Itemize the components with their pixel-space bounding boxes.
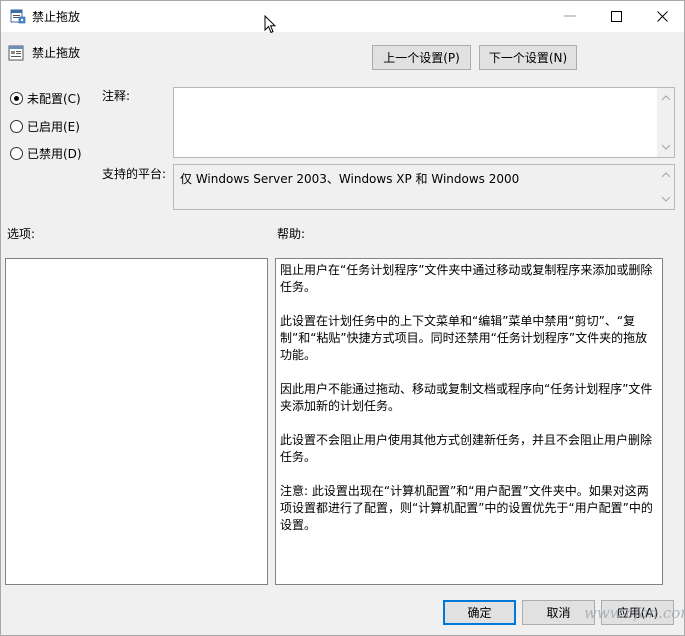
platform-field: 仅 Windows Server 2003、Windows XP 和 Windo… <box>173 164 675 210</box>
scroll-up-icon[interactable] <box>662 171 670 179</box>
title-bar[interactable]: 禁止拖放 — <box>1 1 684 32</box>
setting-icon <box>8 45 24 61</box>
help-label: 帮助: <box>277 227 306 241</box>
previous-setting-button[interactable]: 上一个设置(P) <box>372 45 471 70</box>
window-title: 禁止拖放 <box>32 10 81 24</box>
help-paragraph: 注意: 此设置出现在“计算机配置”和“用户配置”文件夹中。如果对这两项设置都进行… <box>280 484 653 532</box>
help-paragraph: 此设置不会阻止用户使用其他方式创建新任务，并且不会阻止用户删除任务。 <box>280 433 653 464</box>
close-icon <box>656 10 668 22</box>
radio-disabled[interactable]: 已禁用(D) <box>10 145 82 161</box>
policy-dialog-window: 禁止拖放 — 禁止拖放 上一个设置(P) 下一个设置(N) 未配置(C) 已启用… <box>0 0 685 636</box>
platform-scrollbar[interactable] <box>657 165 674 209</box>
radio-label: 已禁用(D) <box>27 146 82 161</box>
scroll-down-icon[interactable] <box>662 195 670 203</box>
setting-title: 禁止拖放 <box>32 46 81 60</box>
platform-label: 支持的平台: <box>102 167 167 181</box>
maximize-button[interactable] <box>593 1 639 31</box>
next-setting-button[interactable]: 下一个设置(N) <box>479 45 577 70</box>
radio-button[interactable] <box>10 146 23 160</box>
radio-not-configured[interactable]: 未配置(C) <box>10 90 81 106</box>
radio-enabled[interactable]: 已启用(E) <box>10 118 80 134</box>
scroll-down-icon[interactable] <box>662 143 670 151</box>
comment-label: 注释: <box>102 89 131 103</box>
minimize-icon: — <box>563 8 577 24</box>
scroll-up-icon[interactable] <box>662 94 670 102</box>
ok-button[interactable]: 确定 <box>443 600 516 625</box>
mouse-cursor-icon <box>264 15 276 34</box>
radio-label: 未配置(C) <box>27 91 81 106</box>
options-panel <box>5 258 268 585</box>
site-watermark: www.cfan.com.cn <box>584 604 685 622</box>
help-panel: 阻止用户在“任务计划程序”文件夹中通过移动或复制程序来添加或删除任务。 此设置在… <box>275 258 663 585</box>
radio-button-checked[interactable] <box>10 91 23 105</box>
minimize-button[interactable]: — <box>547 1 593 31</box>
options-label: 选项: <box>7 227 36 241</box>
radio-button[interactable] <box>10 119 23 133</box>
maximize-icon <box>610 10 622 22</box>
help-paragraph: 因此用户不能通过拖动、移动或复制文档或程序向“任务计划程序”文件夹添加新的计划任… <box>280 382 653 413</box>
help-paragraph: 此设置在计划任务中的上下文菜单和“编辑”菜单中禁用“剪切”、“复制”和“粘贴”快… <box>280 314 648 362</box>
policy-editor-icon <box>10 9 26 24</box>
comment-textarea[interactable] <box>173 87 675 158</box>
comment-scrollbar[interactable] <box>657 88 674 157</box>
help-paragraph: 阻止用户在“任务计划程序”文件夹中通过移动或复制程序来添加或删除任务。 <box>280 263 653 294</box>
platform-value: 仅 Windows Server 2003、Windows XP 和 Windo… <box>180 172 520 186</box>
radio-label: 已启用(E) <box>27 119 80 134</box>
close-button[interactable] <box>639 1 685 31</box>
